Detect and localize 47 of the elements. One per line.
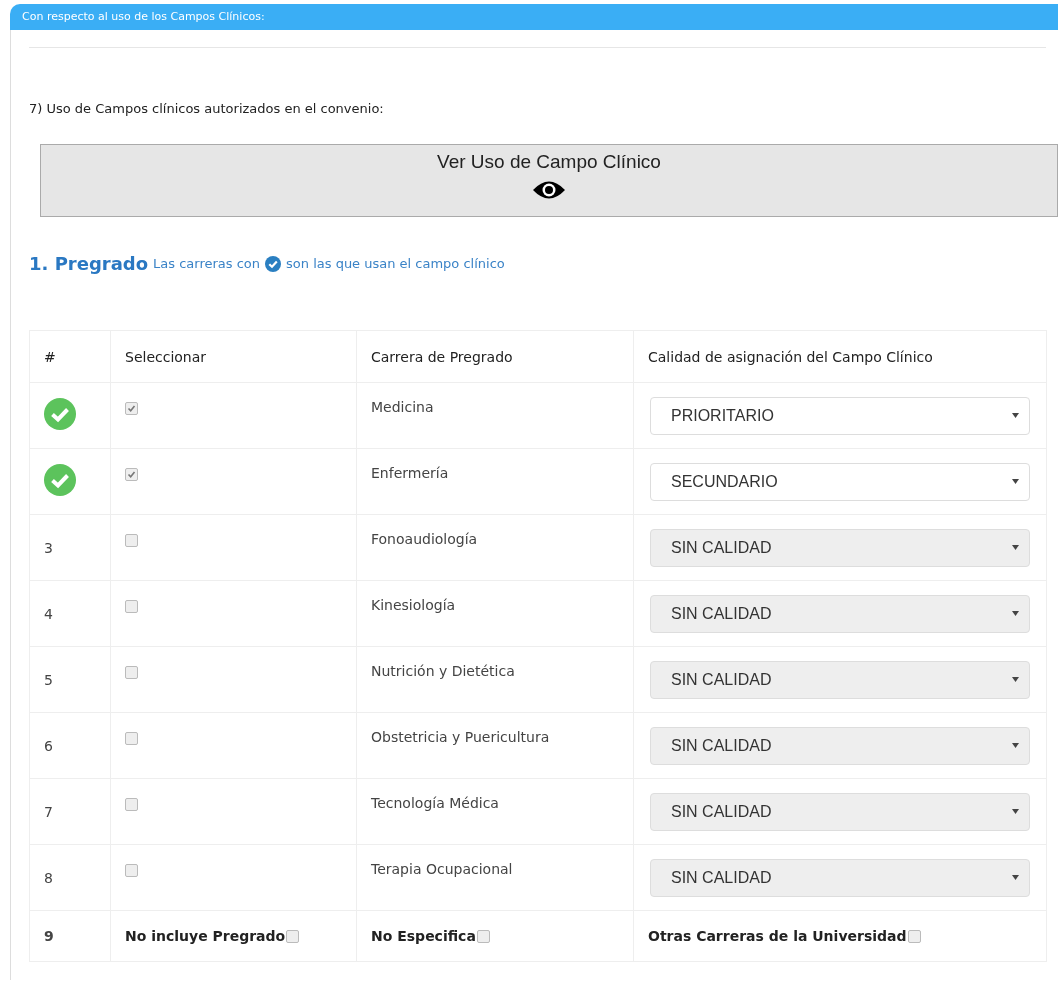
row-number: 8 [44, 869, 53, 886]
caret-icon [1012, 413, 1019, 418]
column-header: Calidad de asignación del Campo Clínico [633, 330, 1047, 383]
section-title: 1. Pregrado [29, 253, 149, 274]
career-name: Tecnología Médica [371, 795, 499, 811]
view-usage-button[interactable]: Ver Uso de Campo Clínico [40, 144, 1058, 217]
option-checkbox[interactable] [476, 929, 490, 943]
option-checkbox[interactable] [286, 929, 300, 943]
note-text: son las que usan el campo clínico [286, 256, 505, 271]
column-header: Seleccionar [110, 330, 357, 383]
option-checkbox[interactable] [907, 929, 921, 943]
option-label: Otras Carreras de la Universidad [648, 928, 907, 944]
caret-icon [1012, 743, 1019, 748]
career-name: Terapia Ocupacional [371, 861, 513, 877]
caret-icon [1012, 677, 1019, 682]
caret-icon [1012, 875, 1019, 880]
option-label: No Especifica [371, 928, 476, 944]
panel-header: Con respecto al uso de los Campos Clínicos: [10, 4, 1058, 30]
career-name: Enfermería [371, 465, 449, 481]
tick-icon [127, 403, 136, 413]
tick-icon [127, 469, 136, 479]
question-text: 7) Uso de Campos clínicos autorizados en el convenio: [29, 101, 385, 116]
caret-icon [1012, 479, 1019, 484]
career-name: Medicina [371, 399, 434, 415]
row-number: 9 [44, 928, 54, 944]
caret-icon [1012, 809, 1019, 814]
row-number: 3 [44, 539, 53, 556]
quality-select[interactable]: PRIORITARIO [650, 396, 1030, 435]
caret-icon [1012, 611, 1019, 616]
row-number: 4 [44, 605, 53, 622]
eye-icon [532, 179, 566, 201]
career-name: Obstetricia y Puericultura [371, 729, 550, 745]
caret-icon [1012, 545, 1019, 550]
check-circle-icon [265, 255, 282, 272]
column-header: Carrera de Pregrado [356, 330, 634, 383]
note-text: Las carreras con [153, 256, 261, 271]
row-number: 5 [44, 671, 53, 688]
row-number: 6 [44, 737, 53, 754]
quality-select[interactable]: SECUNDARIO [650, 462, 1030, 501]
career-name: Kinesiología [371, 597, 456, 613]
option-label: No incluye Pregrado [125, 928, 286, 944]
row-checkbox[interactable] [125, 467, 138, 481]
column-header: # [29, 330, 111, 383]
career-name: Nutrición y Dietética [371, 663, 515, 679]
row-checkbox[interactable] [125, 401, 138, 415]
career-name: Fonoaudiología [371, 531, 478, 547]
row-number: 7 [44, 803, 53, 820]
